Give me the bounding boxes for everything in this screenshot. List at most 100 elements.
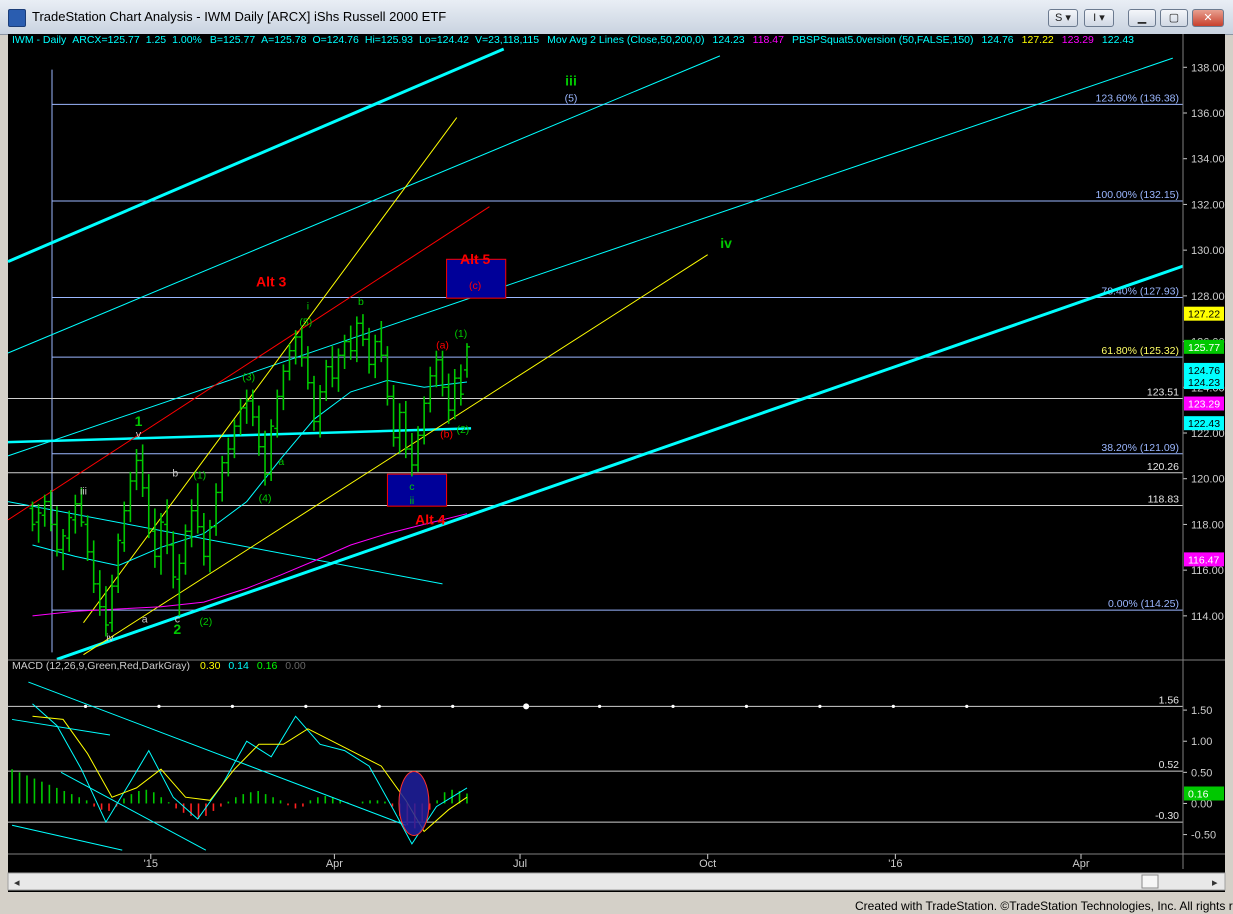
- price-tick-label: 128.00: [1191, 291, 1225, 303]
- macd-tick-label: 1.00: [1191, 736, 1212, 748]
- maximize-icon: ▢: [1168, 12, 1180, 24]
- macd-level-marker: [671, 704, 675, 708]
- wave-label: iii: [565, 73, 577, 89]
- wave-label: (5): [299, 317, 312, 329]
- macd-level-marker: [377, 704, 381, 708]
- wave-label: c: [409, 481, 414, 493]
- wave-label: Alt 4: [415, 511, 446, 527]
- close-button[interactable]: ✕: [1192, 9, 1224, 27]
- wave-label: (4): [259, 493, 272, 505]
- wave-label: (2): [456, 424, 469, 436]
- header-squat-v4: 122.43: [1102, 34, 1134, 46]
- macd-value-tag-label: 0.16: [1188, 788, 1209, 800]
- macd-tick-label: -0.50: [1191, 830, 1216, 842]
- header-squat-v1: 124.76: [982, 34, 1014, 46]
- wave-label: iii: [80, 486, 87, 498]
- price-tick-label: 114.00: [1191, 611, 1224, 623]
- wave-label: a: [278, 456, 284, 468]
- horizontal-level-label: 123.51: [1147, 386, 1179, 398]
- scroll-left-icon[interactable]: ◂: [14, 877, 20, 889]
- header-ask: A=125.78: [261, 34, 306, 46]
- price-tick-label: 134.00: [1191, 154, 1225, 166]
- header-mavg-v2: 118.47: [753, 34, 784, 46]
- chart-canvas[interactable]: 114.00116.00118.00120.00122.00124.00126.…: [0, 34, 1233, 896]
- macd-level-marker: [965, 704, 969, 708]
- fib-level-label: 0.00% (114.25): [1108, 598, 1179, 610]
- wave-label: 2: [173, 621, 181, 637]
- scrollbar-thumb[interactable]: [1141, 874, 1159, 889]
- price-tick-label: 120.00: [1191, 474, 1225, 486]
- header-low: Lo=124.42: [419, 34, 469, 46]
- price-axis-tag-label: 122.43: [1188, 418, 1220, 430]
- price-tick-label: 116.00: [1191, 565, 1224, 577]
- macd-level-marker: [157, 704, 161, 708]
- price-axis-tag-label: 124.23: [1188, 377, 1220, 389]
- macd-level-marker: [744, 704, 749, 708]
- horizontal-level-label: 120.26: [1147, 461, 1179, 473]
- minimize-button[interactable]: ▁: [1128, 9, 1156, 27]
- price-axis-tag-label: 125.77: [1188, 342, 1220, 354]
- time-tick-label: Apr: [1072, 858, 1089, 870]
- header-squat: PBSPSquat5.0version (50,FALSE,150): [792, 34, 974, 46]
- wave-label: iv: [106, 632, 114, 644]
- scroll-right-icon[interactable]: ▸: [1212, 877, 1218, 889]
- macd-v4: 0.00: [285, 660, 306, 672]
- macd-v3: 0.16: [257, 660, 278, 672]
- wave-label: i: [307, 301, 309, 313]
- macd-level-marker: [304, 704, 308, 708]
- fib-level-label: 123.60% (136.38): [1096, 92, 1179, 104]
- header-mavg-v1: 124.23: [713, 34, 745, 46]
- wave-label: (1): [454, 328, 467, 340]
- price-axis-tag-label: 127.22: [1188, 309, 1220, 321]
- header-last: =125.77: [101, 34, 139, 46]
- wave-label: (5): [565, 93, 578, 105]
- macd-level-marker: [597, 704, 602, 708]
- target-box: [386, 473, 448, 507]
- wave-label: ii: [410, 495, 415, 507]
- wave-label: (c): [469, 280, 481, 292]
- macd-tick-label: 0.50: [1191, 767, 1212, 779]
- macd-level-marker: [891, 704, 895, 708]
- header-open: O=124.76: [312, 34, 359, 46]
- symbol-link-i-label: I: [1093, 12, 1097, 24]
- price-tick-label: 138.00: [1191, 62, 1225, 74]
- horizontal-scrollbar[interactable]: ◂ ▸: [7, 872, 1226, 891]
- wave-label: (b): [440, 429, 453, 441]
- macd-header: MACD (12,26,9,Green,Red,DarkGray) 0.30 0.1…: [12, 660, 306, 672]
- wave-label: a: [142, 614, 148, 626]
- macd-level-label: 0.52: [1159, 759, 1180, 771]
- wave-label: v: [136, 429, 142, 441]
- wave-label: (2): [199, 616, 212, 628]
- footer-credit: Created with TradeStation. ©TradeStation…: [855, 899, 1233, 913]
- price-tick-label: 136.00: [1191, 108, 1225, 120]
- price-axis-tag-label: 123.29: [1188, 399, 1220, 411]
- scrollbar-track[interactable]: [7, 872, 1226, 891]
- macd-level-label: 1.56: [1159, 694, 1180, 706]
- price-axis-tag-label: 116.47: [1188, 554, 1219, 566]
- header-squat-v2: 127.22: [1022, 34, 1054, 46]
- time-tick-label: '16: [888, 858, 902, 870]
- wave-label: Alt 5: [460, 251, 491, 267]
- time-tick-label: Jul: [513, 858, 527, 870]
- price-tick-label: 132.00: [1191, 199, 1225, 211]
- header-high: Hi=125.93: [365, 34, 413, 46]
- macd-level-marker: [523, 703, 530, 710]
- wave-label: (3): [242, 371, 255, 383]
- fib-level-label: 38.20% (121.09): [1101, 442, 1179, 454]
- wave-label: b: [172, 467, 178, 479]
- symbol-link-i-button[interactable]: I ▾: [1084, 9, 1114, 27]
- wave-label: (1): [193, 470, 206, 482]
- fib-level-label: 61.80% (125.32): [1101, 345, 1179, 357]
- macd-level-marker: [83, 704, 88, 708]
- maximize-button[interactable]: ▢: [1160, 9, 1188, 27]
- macd-v1: 0.30: [200, 660, 221, 672]
- price-tick-label: 130.00: [1191, 245, 1225, 257]
- header-mavg: Mov Avg 2 Lines (Close,50,200,0): [547, 34, 704, 46]
- header-pct: 1.00%: [172, 34, 202, 46]
- price-header: IWM - Daily ARCX=125.77 1.25 1.00% B=125.77 A…: [12, 34, 1134, 46]
- wave-label: b: [358, 296, 364, 308]
- time-tick-label: Apr: [326, 858, 343, 870]
- header-squat-v3: 123.29: [1062, 34, 1094, 46]
- symbol-link-s-button[interactable]: S ▾: [1048, 9, 1078, 27]
- close-icon: ✕: [1203, 12, 1213, 24]
